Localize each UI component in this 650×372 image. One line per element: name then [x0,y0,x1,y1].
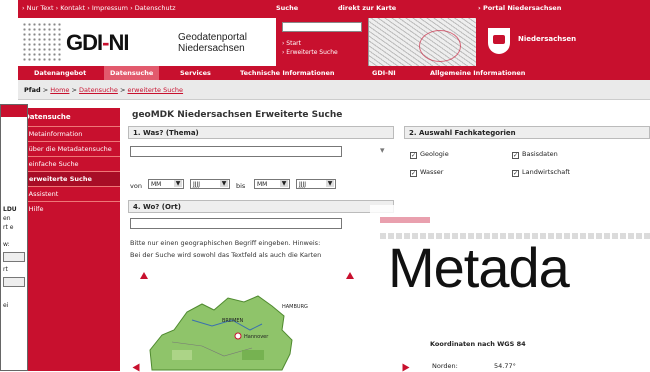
section-wo-header: 4. Wo? (Ort) [128,200,394,213]
niedersachsen-map[interactable] [132,290,302,371]
slide-overlay: Metada [370,205,650,327]
to-month-select[interactable]: MM [254,179,290,189]
checkbox-icon[interactable]: ✓ [410,152,417,159]
from-month-select[interactable]: MM [148,179,184,189]
map-thumbnail[interactable] [368,18,476,66]
sidebar-item-ueber-metadatensuche[interactable]: › über die Metadatensuche [18,141,120,156]
map-label-hannover: Hannover [244,334,269,340]
nav-item-services[interactable]: Services [180,69,211,77]
top-links[interactable]: › Nur Text › Kontakt › Impressum › Daten… [22,4,176,12]
chevron-down-icon[interactable]: ▾ [380,146,385,156]
map-label-hamburg: HAMBURG [282,304,308,310]
sidebar-item-einfache-suche[interactable]: › einfache Suche [18,156,120,171]
section-was-header: 1. Was? (Thema) [128,126,394,139]
portal-link[interactable]: › Portal Niedersachsen [478,4,561,12]
nav-item-datenangebot[interactable]: Datenangebot [34,69,86,77]
background-window-field[interactable] [3,277,25,287]
breadcrumb-label: Pfad [24,86,41,94]
niedersachsen-banner[interactable]: Niedersachsen [476,18,650,66]
map-label-bremen: BREMEN [222,318,244,324]
sidebar-title: Datensuche [24,113,71,121]
pan-north-arrow-icon[interactable] [140,272,148,279]
checkbox-icon[interactable]: ✓ [512,152,519,159]
background-window: LDU en rt e w: rt ei [0,104,28,371]
background-window-text: LDU [3,206,17,213]
coordinates-title: Koordinaten nach WGS 84 [430,340,526,348]
overlay-heading [380,217,430,223]
breadcrumb-home[interactable]: Home [50,86,69,94]
search-label: Suche [276,4,299,12]
category-label: Geologie [420,150,449,158]
category-label: Wasser [420,168,444,176]
nav-item-gdi-ni[interactable]: GDI-NI [372,69,396,77]
sidebar-item-metainformation[interactable]: › Metainformation [18,126,120,141]
page-title: geoMDK Niedersachsen Erweiterte Suche [132,110,343,120]
pan-northeast-arrow-icon[interactable] [346,272,354,279]
category-label: Basisdaten [522,150,558,158]
start-link[interactable]: › Start [282,40,301,47]
sidebar-item-hilfe[interactable]: › Hilfe [18,201,120,216]
nav-item-datensuche[interactable]: Datensuche [104,66,160,80]
overlay-title: Metada [388,236,570,299]
checkbox-icon[interactable]: ✓ [410,170,417,177]
nav-item-allgemeine-informationen[interactable]: Allgemeine Informationen [430,69,525,77]
breadcrumb-erweiterte-suche[interactable]: erweiterte Suche [127,86,183,94]
state-name: Niedersachsen [518,35,577,43]
breadcrumb-datensuche[interactable]: Datensuche [79,86,118,94]
location-input[interactable] [130,218,342,229]
portal-subtitle: Geodatenportal Niedersachsen [178,32,247,54]
main-nav: Datenangebot Datensuche Services Technis… [18,66,650,80]
logo-dot-pattern [22,22,62,62]
map-link[interactable]: direkt zur Karte [338,4,396,12]
site-header: GDI-NI Geodatenportal Niedersachsen › St… [18,18,650,66]
from-year-select[interactable]: JJJJ [190,179,230,189]
instructions-line-2: Bei der Suche wird sowohl das Textfeld a… [130,251,322,259]
background-window-text: en [3,215,11,222]
north-label: Norden: [432,362,458,370]
background-window-text: rt [3,266,8,273]
bis-label: bis [236,182,246,190]
von-label: von [130,182,142,190]
advanced-search-link[interactable]: › Erweiterte Suche [282,49,338,56]
subtitle-line-1: Geodatenportal [178,32,247,43]
category-basisdaten[interactable]: ✓ Basisdaten [512,150,558,159]
category-landwirtschaft[interactable]: ✓ Landwirtschaft [512,168,570,177]
top-link-bar: › Nur Text › Kontakt › Impressum › Daten… [18,0,650,18]
subtitle-line-2: Niedersachsen [178,43,245,54]
background-window-text: ei [3,302,9,309]
to-year-select[interactable]: JJJJ [296,179,336,189]
north-value: 54.77° [494,362,516,370]
breadcrumb: Pfad > Home > Datensuche > erweiterte Su… [18,80,650,100]
coat-of-arms-icon [488,28,510,54]
topic-input[interactable] [130,146,342,157]
category-wasser[interactable]: ✓ Wasser [410,168,443,177]
background-window-text: w: [3,241,10,248]
sidebar-item-assistent[interactable]: › Assistent [18,186,120,201]
background-window-field[interactable] [3,252,25,262]
nav-item-technische-informationen[interactable]: Technische Informationen [240,69,335,77]
background-window-text: rt e [3,224,14,231]
quick-search-input[interactable] [282,22,362,32]
checkbox-icon[interactable]: ✓ [512,170,519,177]
sidebar: Datensuche › Metainformation › über die … [18,108,120,371]
pan-east-arrow-icon[interactable] [402,363,410,372]
search-panel: › Start › Erweiterte Suche [276,18,368,66]
category-geologie[interactable]: ✓ Geologie [410,150,449,159]
gdi-ni-logo[interactable]: GDI-NI [66,30,129,56]
instructions-line-1: Bitte nur einen geographischen Begriff e… [130,239,321,247]
section-fachkategorien-header: 2. Auswahl Fachkategorien [404,126,650,139]
category-label: Landwirtschaft [522,168,570,176]
background-window-titlebar [1,105,27,117]
sidebar-item-erweiterte-suche[interactable]: › erweiterte Suche [18,171,120,186]
